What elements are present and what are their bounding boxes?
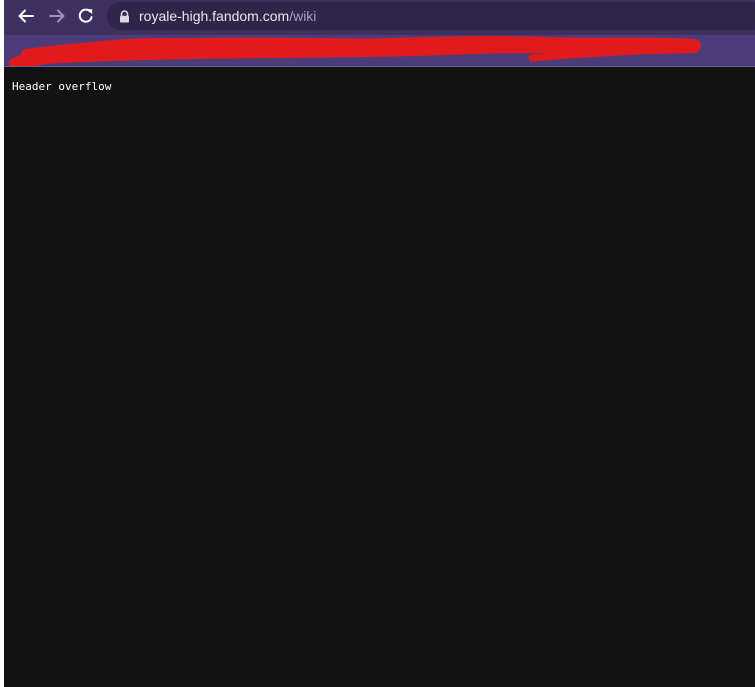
page-text: Header overflow xyxy=(12,80,112,93)
lock-icon[interactable] xyxy=(118,9,130,23)
reload-icon xyxy=(78,8,93,23)
url-text: royale-high.fandom.com/wiki xyxy=(139,8,316,24)
address-bar[interactable]: royale-high.fandom.com/wiki xyxy=(107,2,755,30)
arrow-right-icon xyxy=(49,9,65,23)
reload-button[interactable] xyxy=(75,5,97,27)
forward-button[interactable] xyxy=(46,5,68,27)
arrow-left-icon xyxy=(18,9,34,23)
back-button[interactable] xyxy=(15,5,37,27)
url-path: /wiki xyxy=(289,8,317,24)
page-content: Header overflow xyxy=(4,67,755,687)
url-host: royale-high.fandom.com xyxy=(139,8,290,24)
